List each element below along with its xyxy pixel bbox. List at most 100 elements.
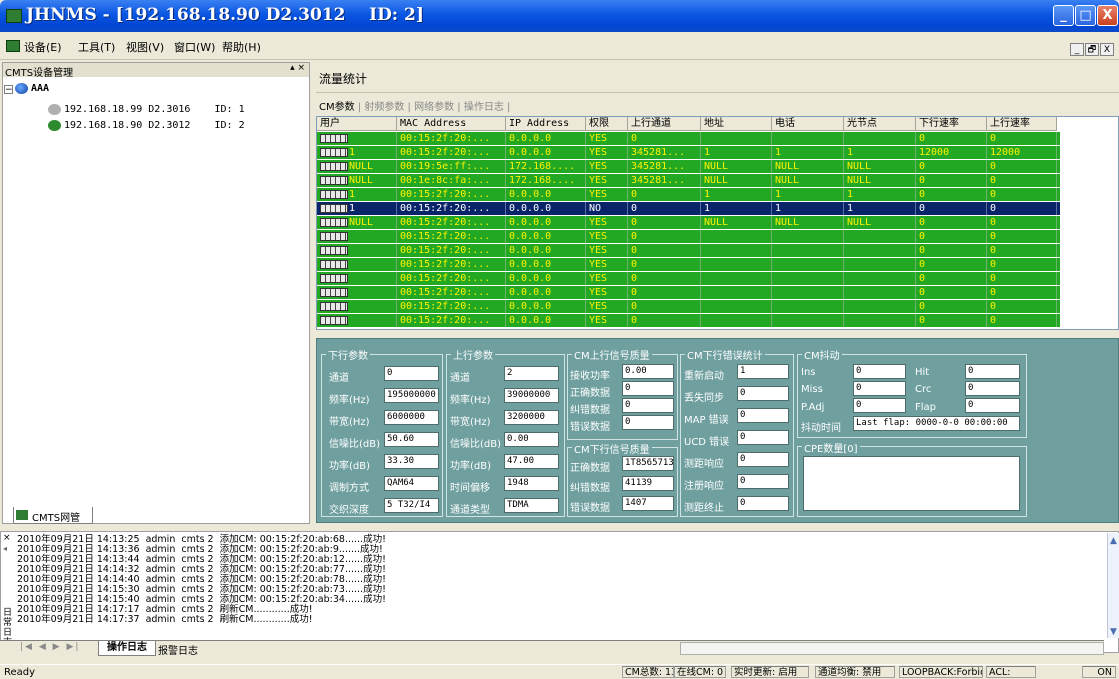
globe-icon (15, 83, 28, 94)
jitter-padj-label: P.Adj (801, 402, 825, 413)
table-cell: 0 (628, 202, 701, 215)
cm-device-icon (320, 302, 348, 311)
table-cell: 0.0.0.0 (506, 216, 586, 229)
column-header[interactable]: 电话 (772, 117, 844, 131)
table-cell: 0.0.0.0 (506, 132, 586, 145)
mdi-close-button[interactable]: X (1100, 43, 1114, 56)
column-header[interactable]: 光节点 (844, 117, 916, 131)
column-header[interactable]: IP Address (506, 117, 586, 131)
divider (316, 92, 1119, 93)
table-cell: YES (586, 146, 628, 159)
maximize-button[interactable]: □ (1075, 5, 1096, 26)
cpe-list[interactable] (803, 456, 1020, 511)
cm-device-icon (320, 148, 348, 157)
param-value: 1 (737, 364, 789, 379)
menu-tools[interactable]: 工具(T) (78, 39, 115, 55)
table-cell: YES (586, 286, 628, 299)
column-header[interactable]: 用户 (317, 117, 397, 131)
table-cell: NULL (701, 174, 772, 187)
table-cell: NULL (346, 160, 397, 173)
jitter-crc-label: Crc (915, 384, 932, 395)
jitter-flap-label: Flap (915, 402, 937, 413)
table-cell: 0.0.0.0 (506, 272, 586, 285)
status-online: 在线CM: 0 (674, 666, 726, 678)
param-value: 0 (737, 496, 789, 511)
menu-view[interactable]: 视图(V) (126, 39, 164, 55)
tab-network-params[interactable]: 网络参数 (414, 102, 454, 113)
minimize-button[interactable]: _ (1053, 5, 1074, 26)
mdi-restore-button[interactable]: 🗗 (1085, 43, 1099, 56)
param-label: 丢失同步 (684, 393, 724, 404)
tab-rf-params[interactable]: 射频参数 (364, 102, 404, 113)
table-cell: YES (586, 216, 628, 229)
table-cell: 00:15:2f:20:... (397, 258, 506, 271)
param-value: 0 (622, 398, 674, 413)
table-cell (844, 314, 916, 327)
tab-alarm-log[interactable]: 报警日志 (158, 642, 198, 657)
column-header[interactable]: 上行通道 (628, 117, 701, 131)
param-label: 时间偏移 (450, 483, 490, 494)
cm-device-icon (320, 274, 348, 283)
table-cell: 0 (916, 258, 987, 271)
cm-device-icon (320, 162, 348, 171)
table-cell: 1 (701, 146, 772, 159)
table-cell: 0.0.0.0 (506, 202, 586, 215)
status-realtime: 实时更新: 启用 (731, 666, 809, 678)
table-cell: 1 (844, 188, 916, 201)
column-header[interactable]: 下行速率 (916, 117, 987, 131)
log-scrollbar[interactable] (1107, 533, 1119, 638)
tree-collapse-toggle[interactable]: − (4, 85, 13, 95)
table-cell (772, 244, 844, 257)
cm-jitter-title: CM抖动 (802, 347, 842, 362)
tab-cm-params[interactable]: CM参数 (319, 102, 355, 113)
nav-last-icon[interactable]: ▶| (66, 642, 80, 652)
column-header[interactable]: 上行速率 (987, 117, 1057, 131)
menu-help[interactable]: 帮助(H) (222, 39, 261, 55)
log-close-icon[interactable]: × (3, 533, 11, 543)
menu-device[interactable]: 设备(E) (24, 39, 62, 55)
traffic-stats-button[interactable]: 流量统计 (319, 70, 367, 87)
tab-operation-log-bottom[interactable]: 操作日志 (98, 641, 156, 656)
table-cell: 0 (987, 300, 1057, 313)
scroll-up-icon[interactable]: ▲ (1110, 536, 1117, 546)
nav-next-icon[interactable]: ▶ (53, 642, 62, 652)
scroll-down-icon[interactable]: ▼ (1110, 627, 1117, 637)
cm-up-quality-title: CM上行信号质量 (572, 347, 652, 362)
table-cell (772, 132, 844, 145)
log-line: 2010年09月21日 14:13:36 admin cmts 2 添加CM: … (17, 544, 383, 555)
table-cell (772, 258, 844, 271)
param-value: 0 (737, 474, 789, 489)
log-collapse-icon[interactable]: ◂ (3, 544, 7, 553)
jitter-ins-label: Ins (801, 367, 816, 378)
param-value: 1T8565713 (622, 456, 674, 471)
table-cell: 0 (987, 174, 1057, 187)
column-header[interactable]: 地址 (701, 117, 772, 131)
log-nav-buttons[interactable]: |◀ ◀ ▶ ▶| (20, 642, 80, 652)
nav-prev-icon[interactable]: ◀ (39, 642, 48, 652)
tab-operation-log[interactable]: 操作日志 (464, 102, 504, 113)
param-label: 正确数据 (570, 388, 610, 399)
table-cell (844, 286, 916, 299)
table-cell: 00:1e:8c:fa:... (397, 174, 506, 187)
table-cell (346, 300, 397, 313)
tree-device-2[interactable]: 192.168.18.90 D2.3012 ID: 2 (64, 120, 245, 131)
param-label: 频率(Hz) (450, 395, 491, 406)
jitter-last-flap: Last flap: 0000-0-0 00:00:00 (853, 416, 1020, 431)
param-label: 功率(dB) (450, 461, 492, 472)
table-cell: 0 (987, 258, 1057, 271)
close-button[interactable]: X (1097, 5, 1118, 26)
table-cell: 00:15:2f:20:... (397, 202, 506, 215)
tree-root[interactable]: AAA (31, 83, 49, 94)
log-hscroll[interactable] (680, 642, 1104, 655)
table-cell: 0 (987, 272, 1057, 285)
column-header[interactable]: 权限 (586, 117, 628, 131)
menu-window[interactable]: 窗口(W) (174, 39, 215, 55)
tree-device-1[interactable]: 192.168.18.99 D2.3016 ID: 1 (64, 104, 245, 115)
cm-device-icon (320, 134, 348, 143)
mdi-minimize-button[interactable]: _ (1070, 43, 1084, 56)
column-header[interactable]: MAC Address (397, 117, 506, 131)
nav-first-icon[interactable]: |◀ (20, 642, 34, 652)
table-cell: 0 (987, 216, 1057, 229)
panel-pin-close[interactable]: ▴ × (290, 63, 305, 73)
cmts-network-tab[interactable]: CMTS网管 (13, 507, 93, 524)
